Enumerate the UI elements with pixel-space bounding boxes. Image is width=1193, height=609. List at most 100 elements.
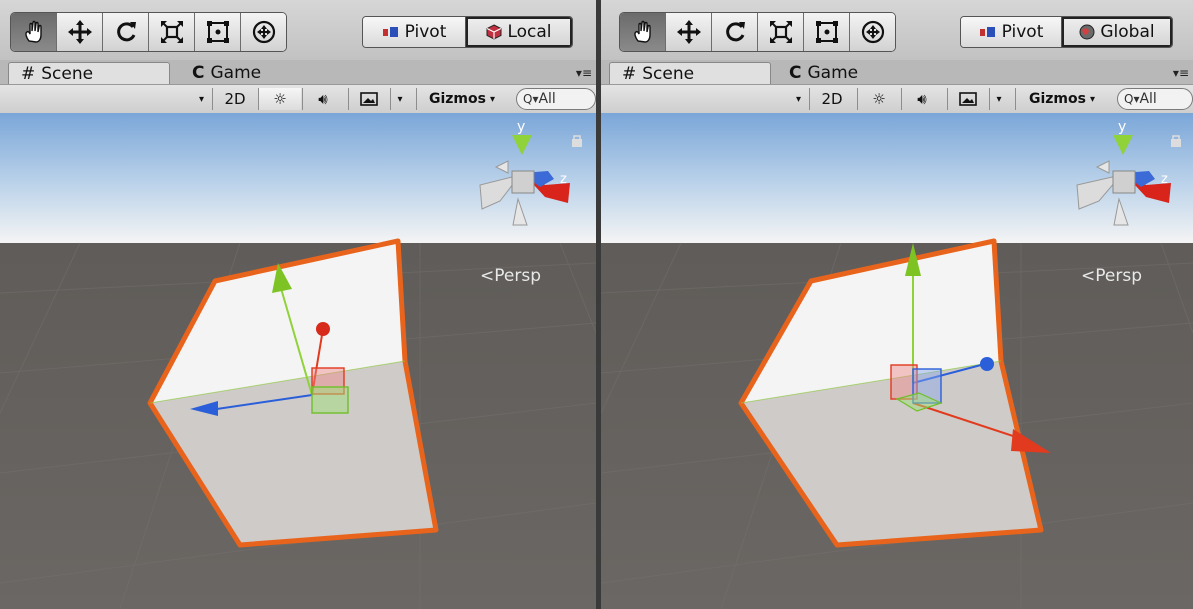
toolbar: Pivot Global — [601, 0, 1193, 60]
rect-tool-button[interactable] — [804, 13, 850, 51]
2d-label: 2D — [224, 90, 246, 108]
toolbar: Pivot Local — [0, 0, 596, 60]
search-icon: Q▾ — [1124, 92, 1140, 106]
move-tool-button[interactable] — [666, 13, 712, 51]
grid-icon: # — [622, 64, 637, 84]
gizmos-label: Gizmos — [428, 91, 486, 107]
x-axis-arrow[interactable] — [316, 322, 330, 336]
rotate-tool-button[interactable] — [712, 13, 758, 51]
gizmos-dropdown[interactable]: Gizmos ▾ — [416, 88, 507, 110]
dropdown-arrow-icon: ▾ — [795, 93, 801, 105]
pivot-space-toggle: Pivot Global — [960, 16, 1173, 48]
globe-icon — [1079, 24, 1095, 40]
speaker-icon: 🔊︎ — [318, 90, 328, 108]
dropdown-arrow-icon: ▾ — [996, 93, 1002, 105]
svg-text:<Persp: <Persp — [1081, 266, 1142, 286]
space-label: Local — [507, 22, 552, 42]
projection-label: Persp — [494, 266, 541, 286]
audio-toggle-button[interactable]: 🔊︎ — [901, 88, 942, 110]
shading-mode-dropdown[interactable]: ▾ — [601, 88, 807, 110]
hierarchy-search-input[interactable]: Q▾ All — [516, 88, 596, 110]
persp-chevron-icon: < — [1081, 266, 1095, 286]
move-arrows-icon — [676, 20, 701, 44]
move-tool-button[interactable] — [57, 13, 103, 51]
axis-y-label: y — [517, 119, 525, 135]
shading-mode-dropdown[interactable]: ▾ — [0, 88, 210, 110]
rect-transform-icon — [206, 21, 229, 43]
scene-view-local: Pivot Local # Scene C Game ▾≡ ▾ 2D ☼ 🔊︎ … — [0, 0, 596, 609]
effects-dropdown[interactable]: ▾ — [989, 88, 1008, 110]
svg-text:<Persp: <Persp — [480, 266, 541, 286]
xz-plane-handle[interactable] — [311, 386, 349, 414]
move-arrows-icon — [67, 20, 92, 44]
effects-toggle-button[interactable] — [348, 88, 389, 110]
2d-toggle-button[interactable]: 2D — [809, 88, 854, 110]
scene-toolbar: ▾ 2D ☼ 🔊︎ ▾ Gizmos ▾ Q▾ All — [0, 84, 596, 114]
sun-icon: ☼ — [872, 90, 886, 108]
pacman-icon: C — [192, 63, 205, 83]
pivot-button[interactable]: Pivot — [961, 17, 1061, 47]
hand-tool-button[interactable] — [11, 13, 57, 51]
space-local-button[interactable]: Local — [465, 17, 572, 47]
pivot-label: Pivot — [1001, 22, 1044, 42]
hand-icon — [633, 20, 651, 43]
tab-game[interactable]: C Game — [180, 62, 261, 84]
hierarchy-search-input[interactable]: Q▾ All — [1117, 88, 1193, 110]
tab-game[interactable]: C Game — [777, 62, 858, 84]
hand-icon — [24, 20, 42, 43]
scene-viewport[interactable]: y z <Persp — [601, 113, 1193, 609]
dropdown-arrow-icon: ▾ — [489, 93, 495, 105]
gizmos-label: Gizmos — [1028, 91, 1086, 107]
tab-scene[interactable]: # Scene — [8, 62, 170, 85]
tab-game-label: Game — [807, 63, 859, 83]
skybox — [601, 113, 1193, 243]
scale-icon — [160, 21, 183, 43]
persp-label[interactable]: <Persp — [1081, 266, 1142, 286]
tab-strip: # Scene C Game ▾≡ — [0, 60, 596, 85]
z-axis-arrow[interactable] — [980, 357, 994, 371]
pacman-icon: C — [789, 63, 802, 83]
rect-transform-icon — [815, 21, 838, 43]
pivot-button[interactable]: Pivot — [363, 17, 465, 47]
lighting-toggle-button[interactable]: ☼ — [258, 88, 301, 110]
transform-tool-button[interactable] — [241, 13, 286, 51]
space-global-button[interactable]: Global — [1061, 17, 1172, 47]
image-icon — [360, 92, 378, 106]
scene-viewport[interactable]: y z <Persp — [0, 113, 596, 609]
scene-view-global: Pivot Global # Scene C Game ▾≡ ▾ 2D ☼ 🔊︎… — [601, 0, 1193, 609]
rect-tool-button[interactable] — [195, 13, 241, 51]
tab-menu-icon[interactable]: ▾≡ — [576, 66, 592, 80]
audio-toggle-button[interactable]: 🔊︎ — [302, 88, 343, 110]
pivot-label: Pivot — [404, 22, 447, 42]
projection-label: Persp — [1095, 266, 1142, 286]
gizmos-dropdown[interactable]: Gizmos ▾ — [1015, 88, 1108, 110]
tab-game-label: Game — [210, 63, 262, 83]
tab-menu-icon[interactable]: ▾≡ — [1173, 66, 1189, 80]
pivot-icon — [382, 27, 398, 37]
lighting-toggle-button[interactable]: ☼ — [857, 88, 900, 110]
scale-tool-button[interactable] — [149, 13, 195, 51]
dropdown-arrow-icon: ▾ — [198, 93, 204, 105]
pivot-space-toggle: Pivot Local — [362, 16, 573, 48]
transform-tool-button[interactable] — [850, 13, 895, 51]
effects-toggle-button[interactable] — [947, 88, 988, 110]
2d-label: 2D — [821, 90, 843, 108]
grid-icon: # — [21, 64, 36, 84]
effects-dropdown[interactable]: ▾ — [390, 88, 409, 110]
space-label: Global — [1100, 22, 1155, 42]
search-placeholder: All — [538, 91, 556, 107]
axis-y-label: y — [1118, 119, 1126, 135]
axis-z-label: z — [560, 172, 567, 187]
tab-scene[interactable]: # Scene — [609, 62, 771, 85]
transform-icon — [861, 20, 884, 44]
rotate-tool-button[interactable] — [103, 13, 149, 51]
2d-toggle-button[interactable]: 2D — [212, 88, 257, 110]
hand-tool-button[interactable] — [620, 13, 666, 51]
transform-icon — [252, 20, 275, 44]
scene-toolbar: ▾ 2D ☼ 🔊︎ ▾ Gizmos ▾ Q▾ All — [601, 84, 1193, 114]
persp-label[interactable]: <Persp — [480, 266, 541, 286]
scale-tool-button[interactable] — [758, 13, 804, 51]
image-icon — [959, 92, 977, 106]
speaker-icon: 🔊︎ — [917, 90, 927, 108]
rotate-icon — [116, 22, 136, 42]
